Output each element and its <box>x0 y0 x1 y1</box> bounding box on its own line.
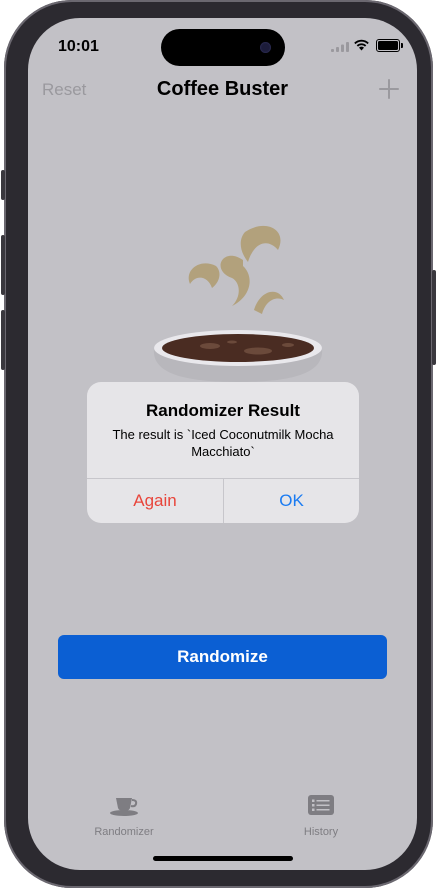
alert-title: Randomizer Result <box>146 401 300 420</box>
coffee-cup-illustration <box>153 225 323 382</box>
again-button[interactable]: Again <box>87 479 223 523</box>
app-screen: 10:01 Reset Coffee Buster Randomizer Res… <box>28 18 417 870</box>
randomizer-result-alert: Randomizer Result The result is `Iced Co… <box>87 382 359 523</box>
tab-randomizer[interactable]: Randomizer <box>74 792 174 838</box>
wifi-icon <box>354 39 369 51</box>
power-button <box>432 270 436 365</box>
ok-button[interactable]: OK <box>224 479 359 523</box>
battery-icon <box>376 39 403 52</box>
list-icon <box>308 795 334 815</box>
dynamic-island <box>161 29 285 66</box>
status-bar: 10:01 <box>28 18 417 72</box>
randomize-button[interactable]: Randomize <box>58 635 387 679</box>
cellular-signal-icon <box>331 42 349 52</box>
action-button <box>1 170 5 200</box>
device-frame: 10:01 Reset Coffee Buster Randomizer Res… <box>1 0 436 888</box>
tab-randomizer-label: Randomizer <box>94 826 154 838</box>
home-indicator <box>153 856 293 861</box>
tab-history[interactable]: History <box>271 792 371 838</box>
coffee-cup-icon <box>110 798 138 816</box>
tab-history-label: History <box>303 826 339 838</box>
plus-icon[interactable] <box>378 78 400 100</box>
alert-message: The result is `Iced Coconutmilk Mocha Ma… <box>112 427 334 459</box>
volume-down-button <box>1 310 5 370</box>
status-time: 10:01 <box>58 38 99 55</box>
camera-icon <box>260 42 271 53</box>
page-title: Coffee Buster <box>156 78 289 100</box>
volume-up-button <box>1 235 5 295</box>
